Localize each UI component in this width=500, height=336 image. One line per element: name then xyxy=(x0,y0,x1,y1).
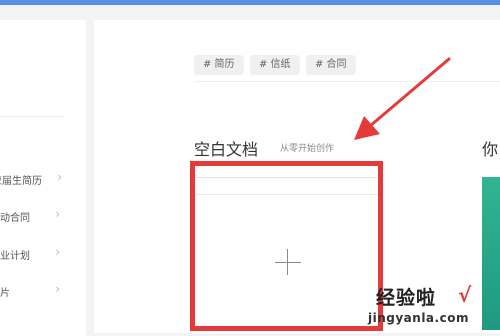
watermark-domain: jingyanla.com xyxy=(368,311,469,325)
check-icon: √ xyxy=(458,283,472,307)
watermark-logo: 经验啦 √ jingyanla.com xyxy=(368,283,498,331)
watermark-text: 经验啦 xyxy=(376,287,437,309)
